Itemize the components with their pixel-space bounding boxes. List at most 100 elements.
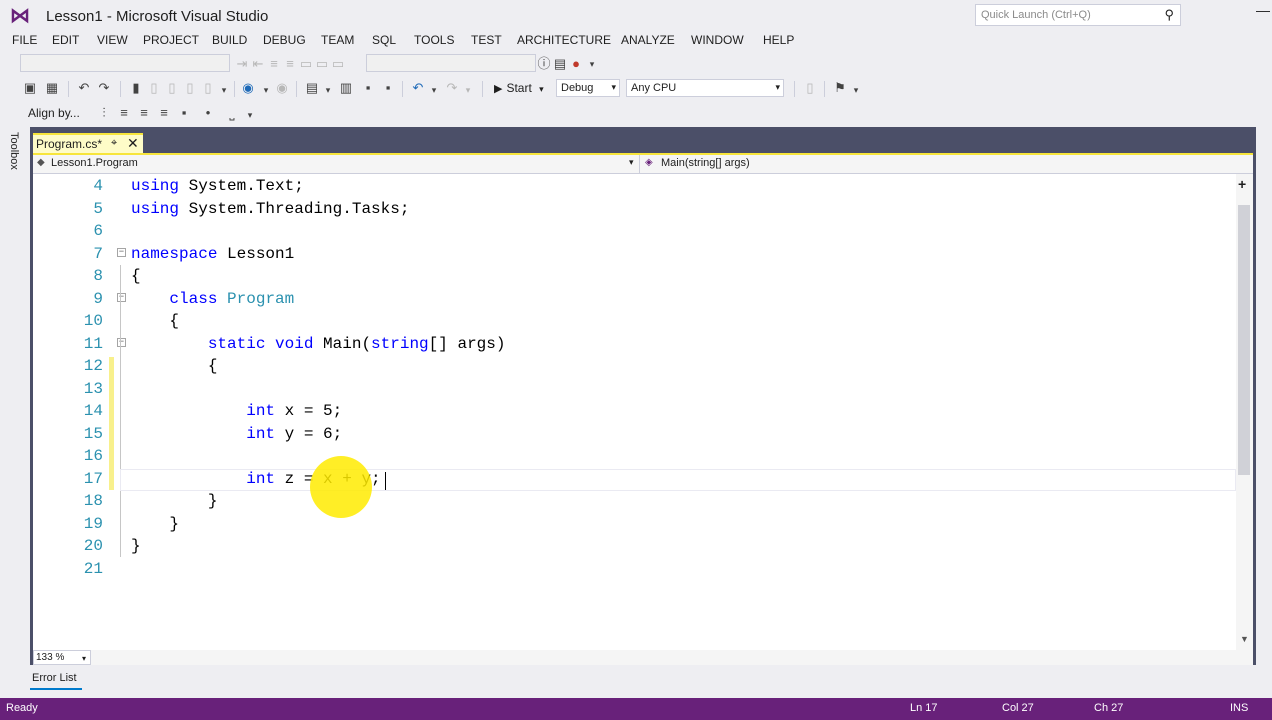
zoom-select[interactable]: 133 % ▾ — [33, 650, 91, 665]
code-line[interactable]: 21 — [33, 558, 1236, 580]
code-line[interactable]: 9 − class Program — [33, 288, 1236, 310]
menu-sql[interactable]: SQL — [372, 33, 396, 47]
navigate-forward-icon[interactable]: ◉ — [274, 80, 290, 96]
code-line[interactable]: 14 int x = 5; — [33, 400, 1236, 422]
type-scope-dropdown[interactable]: ◆ Lesson1.Program ▾ — [33, 155, 640, 173]
pin-icon[interactable]: ⌖ — [111, 137, 117, 150]
overflow-icon[interactable]: ▾ — [848, 82, 864, 98]
align-middle-icon[interactable]: ▪ — [176, 105, 192, 121]
undo-dropdown-icon[interactable]: ▾ — [426, 82, 442, 98]
platform-select[interactable]: Any CPU ▾ — [626, 79, 784, 97]
menu-test[interactable]: TEST — [471, 33, 502, 47]
collapse-icon[interactable]: − — [117, 247, 126, 257]
code-line[interactable]: 15 int y = 6; — [33, 423, 1236, 445]
code-line[interactable]: 5 using System.Threading.Tasks; — [33, 198, 1236, 220]
align-right-icon[interactable]: ≡ — [136, 105, 152, 121]
open-file-icon[interactable]: ▥ — [338, 80, 354, 96]
redo-icon[interactable]: ↷ — [444, 80, 460, 96]
step-over-icon[interactable]: ▯ — [164, 80, 180, 96]
outdent-icon[interactable]: ⇤ — [250, 56, 266, 72]
error-list-tab[interactable]: Error List — [32, 672, 77, 684]
new-item-dropdown-icon[interactable]: ▾ — [320, 82, 336, 98]
class-view-icon[interactable]: ▦ — [44, 80, 60, 96]
menu-architecture[interactable]: ARCHITECTURE — [517, 33, 611, 47]
search-icon[interactable]: ⚲ — [1164, 7, 1174, 23]
record-icon[interactable]: ● — [568, 56, 584, 72]
breakpoints-icon[interactable]: ▯ — [200, 80, 216, 96]
new-item-icon[interactable]: ▤ — [304, 80, 320, 96]
solution-configurations-combo[interactable] — [20, 54, 230, 72]
align-top-icon[interactable]: ≡ — [156, 105, 172, 121]
code-line[interactable]: 7 − namespace Lesson1 — [33, 243, 1236, 265]
code-line[interactable]: 11 − static void Main(string[] args) — [33, 333, 1236, 355]
menu-debug[interactable]: DEBUG — [263, 33, 306, 47]
start-debugging-button[interactable]: ▶ Start ▾ — [494, 81, 544, 95]
save-icon[interactable]: ▪ — [360, 80, 376, 96]
pause-icon[interactable]: ▮ — [128, 80, 144, 96]
toolbox-tab[interactable]: Toolbox — [8, 132, 24, 178]
menu-window[interactable]: WINDOW — [691, 33, 744, 47]
align-by-label[interactable]: Align by... — [28, 106, 80, 120]
member-scope-dropdown[interactable]: ◈ Main(string[] args) — [643, 155, 1249, 173]
code-line[interactable]: 8{ — [33, 265, 1236, 287]
collapse-icon[interactable]: − — [117, 292, 126, 302]
menu-team[interactable]: TEAM — [321, 33, 354, 47]
overflow-icon[interactable]: ▾ — [242, 107, 258, 123]
configuration-select[interactable]: Debug ▾ — [556, 79, 620, 97]
code-line[interactable]: 10 { — [33, 310, 1236, 332]
document-tab-program-cs[interactable]: Program.cs* ⌖ ✕ — [33, 133, 143, 154]
minimize-button[interactable]: — — [1256, 2, 1272, 24]
new-project-icon[interactable]: ▣ — [22, 80, 38, 96]
code-line[interactable]: 6 — [33, 220, 1236, 242]
bookmark-prev-icon[interactable]: ▭ — [314, 56, 330, 72]
code-line[interactable]: 20} — [33, 535, 1236, 557]
scrollbar-thumb[interactable] — [1238, 205, 1250, 475]
overflow-icon[interactable]: ▾ — [584, 56, 600, 72]
redo-dropdown-icon[interactable]: ▾ — [460, 82, 476, 98]
collapse-icon[interactable]: − — [117, 337, 126, 347]
right-tool-strip[interactable] — [1256, 127, 1272, 687]
menu-file[interactable]: FILE — [12, 33, 37, 47]
align-bottom-icon[interactable]: • — [200, 105, 216, 121]
navigate-back-icon[interactable]: ◉ — [240, 80, 256, 96]
code-line[interactable]: 12 { — [33, 355, 1236, 377]
align-center-icon[interactable]: ≡ — [116, 105, 132, 121]
code-line[interactable]: 4 using System.Text; — [33, 175, 1236, 197]
code-line[interactable]: 13 — [33, 378, 1236, 400]
scroll-down-icon[interactable]: ▼ — [1240, 634, 1249, 644]
menu-tools[interactable]: TOOLS — [414, 33, 454, 47]
comment-icon[interactable]: ≡ — [266, 56, 282, 72]
bookmark-icon[interactable]: ▭ — [298, 56, 314, 72]
uncomment-icon[interactable]: ≡ — [282, 56, 298, 72]
menu-project[interactable]: PROJECT — [143, 33, 199, 47]
customize-icon[interactable]: ⚑ — [832, 80, 848, 96]
close-icon[interactable]: ✕ — [127, 135, 139, 152]
find-combo[interactable] — [366, 54, 536, 72]
bookmark-next-icon[interactable]: ▭ — [330, 56, 346, 72]
back-dropdown-icon[interactable]: ▾ — [258, 82, 274, 98]
dropdown-icon[interactable]: ▾ — [216, 82, 232, 98]
spacing-icon[interactable]: ⎵ — [224, 105, 240, 121]
step-out-icon[interactable]: ▯ — [182, 80, 198, 96]
menu-edit[interactable]: EDIT — [52, 33, 79, 47]
step-icon[interactable]: ▯ — [146, 80, 162, 96]
undo-history-icon[interactable]: ↶ — [76, 80, 92, 96]
menu-help[interactable]: HELP — [763, 33, 794, 47]
code-line[interactable]: 18 } — [33, 490, 1236, 512]
find-in-files-icon[interactable]: ▯ — [802, 80, 818, 96]
save-all-icon[interactable]: ▪ — [380, 80, 396, 96]
menu-view[interactable]: VIEW — [97, 33, 128, 47]
redo-history-icon[interactable]: ↷ — [96, 80, 112, 96]
undo-icon[interactable]: ↶ — [410, 80, 426, 96]
code-line[interactable]: 19 } — [33, 513, 1236, 535]
info-icon[interactable]: ⓘ — [536, 56, 552, 72]
split-plus-icon[interactable]: + — [1238, 176, 1246, 192]
quick-launch-input[interactable]: Quick Launch (Ctrl+Q) ⚲ — [975, 4, 1181, 26]
indent-icon[interactable]: ⇥ — [234, 56, 250, 72]
menu-analyze[interactable]: ANALYZE — [621, 33, 675, 47]
window-icon[interactable]: ▤ — [552, 56, 568, 72]
code-line[interactable]: 16 — [33, 445, 1236, 467]
align-left-icon[interactable]: ⫶ — [96, 105, 112, 121]
code-editor[interactable]: 4 using System.Text; 5 using System.Threadi… — [33, 174, 1236, 650]
menu-build[interactable]: BUILD — [212, 33, 247, 47]
